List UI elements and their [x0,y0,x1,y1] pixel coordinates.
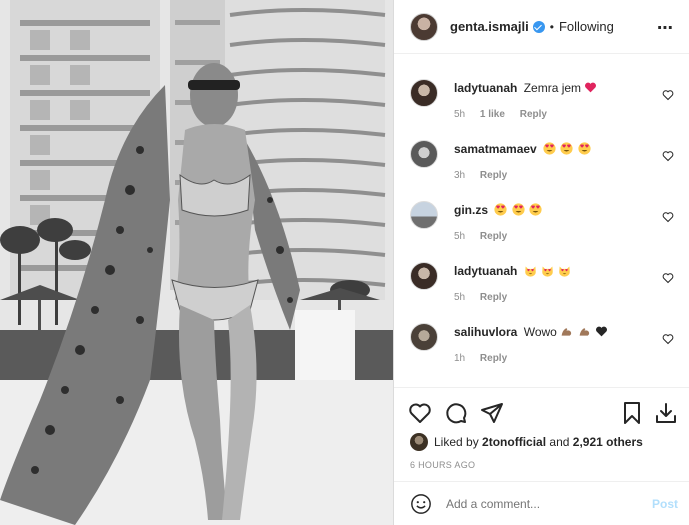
reply-button[interactable]: Reply [480,170,507,181]
add-comment-bar: Post [394,481,689,525]
heart-eyes-cat-emoji-icon [524,266,536,277]
heart-eyes-emoji-icon [512,203,525,216]
comment-text: samatmamaev [454,142,592,156]
comment-time: 1h [454,353,466,364]
verified-badge-icon [532,20,545,33]
author-avatar[interactable] [410,12,438,41]
comment-text: ladytuanah Zemra jem [454,81,598,95]
heart-eyes-emoji-icon [578,142,591,155]
comment-time: 5h [454,292,466,303]
black-heart-emoji-icon [595,326,607,337]
smiley-icon[interactable] [410,493,432,515]
likes-prefix: Liked by [434,435,479,449]
comment-input[interactable] [446,496,646,511]
reply-button[interactable]: Reply [480,231,507,242]
comment-time: 3h [454,170,466,181]
flexed-biceps-emoji-icon [561,328,572,336]
comment-meta: 5h Reply [454,231,519,242]
following-button[interactable]: Following [559,19,614,34]
commenter-username[interactable]: salihuvlora [454,325,517,339]
post-timestamp[interactable]: 6 HOURS AGO [410,460,475,470]
comment-item: ladytuanah Zemra jem 5h 1 like Reply [410,69,674,130]
share-icon[interactable] [480,401,504,425]
flexed-biceps-emoji-icon [579,328,589,336]
like-comment-heart-icon[interactable] [662,89,674,101]
like-comment-heart-icon[interactable] [662,211,674,223]
comment-meta: 1h Reply [454,353,519,364]
comment-time: 5h [454,109,466,120]
commenter-username[interactable]: samatmamaev [454,142,537,156]
commenter-username[interactable]: gin.zs [454,203,488,217]
liker-avatar[interactable] [410,433,428,451]
like-comment-heart-icon[interactable] [662,150,674,162]
likes-count[interactable]: 2,921 others [573,435,643,449]
like-comment-heart-icon[interactable] [662,333,674,345]
comment-item: salihuvlora Wowo 1h Reply [410,313,674,374]
heart-outline-icon[interactable] [408,401,432,425]
comment-text: gin.zs [454,203,543,217]
post-photo-illustration [0,0,393,525]
heart-eyes-emoji-icon [529,203,542,216]
heart-eyes-emoji-icon [494,203,507,216]
post-photo[interactable] [0,0,393,525]
comment-icon[interactable] [444,401,468,425]
red-heart-emoji-icon [585,82,597,93]
header-separator: • [549,19,554,34]
comment-meta: 3h Reply [454,170,519,181]
comment-text: salihuvlora Wowo [454,325,609,339]
comment-likes[interactable]: 1 like [480,109,505,120]
reply-button[interactable]: Reply [480,292,507,303]
more-options-icon[interactable]: ⋯ [657,18,674,38]
commenter-avatar[interactable] [410,79,438,107]
comment-item: gin.zs 5h Reply [410,191,674,252]
comment-meta: 5h 1 like Reply [454,109,559,120]
comments-list[interactable]: ladytuanah Zemra jem 5h 1 like Reply sam… [394,55,689,387]
commenter-avatar[interactable] [410,323,438,351]
commenter-avatar[interactable] [410,201,438,229]
liker-username[interactable]: 2tonofficial [482,435,546,449]
heart-eyes-emoji-icon [543,142,556,155]
comment-body: Wowo [523,325,557,339]
download-icon[interactable] [654,401,678,425]
likes-summary: Liked by 2tonofficial and 2,921 others [410,433,643,451]
comment-meta: 5h Reply [454,292,519,303]
reply-button[interactable]: Reply [520,109,547,120]
heart-eyes-cat-emoji-icon [542,266,553,277]
post-comment-button[interactable]: Post [652,497,678,511]
commenter-avatar[interactable] [410,262,438,290]
commenter-username[interactable]: ladytuanah [454,264,517,278]
commenter-username[interactable]: ladytuanah [454,81,517,95]
like-comment-heart-icon[interactable] [662,272,674,284]
comment-item: samatmamaev 3h Reply [410,130,674,191]
bookmark-icon[interactable] [620,401,644,425]
comment-time: 5h [454,231,466,242]
post-actions: Liked by 2tonofficial and 2,921 others 6… [394,387,689,479]
comment-item: ladytuanah 5h Reply [410,252,674,313]
post-side-panel: genta.ismajli • Following ⋯ ladytuanah Z… [393,0,689,525]
post-header: genta.ismajli • Following ⋯ [394,0,689,54]
heart-eyes-cat-emoji-icon [559,266,571,277]
author-username[interactable]: genta.ismajli [450,19,529,34]
heart-eyes-emoji-icon [560,142,574,155]
commenter-avatar[interactable] [410,140,438,168]
likes-and: and [549,435,570,449]
comment-body: Zemra jem [523,81,582,95]
reply-button[interactable]: Reply [480,353,507,364]
comment-text: ladytuanah [454,264,572,278]
